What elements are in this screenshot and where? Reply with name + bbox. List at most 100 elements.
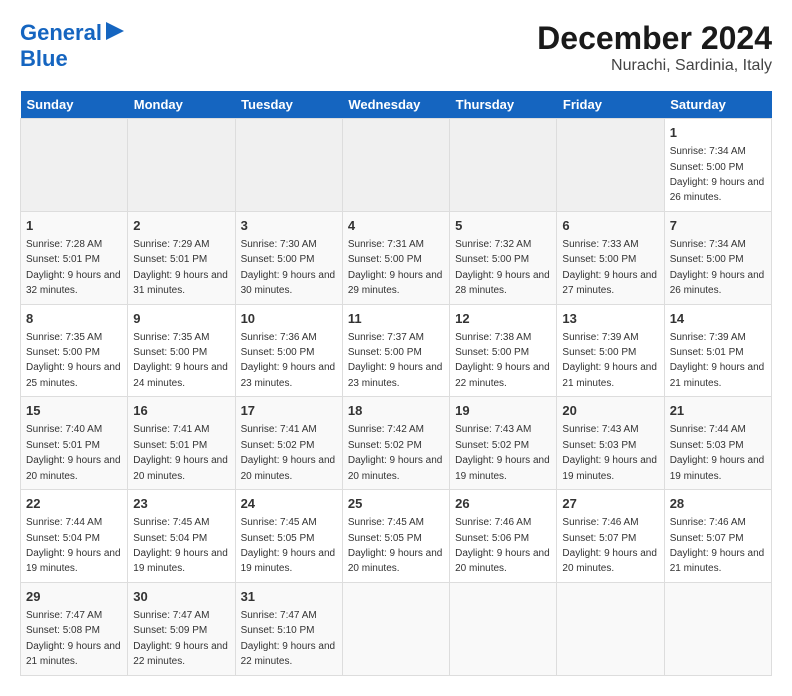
calendar-cell: 17 Sunrise: 7:41 AMSunset: 5:02 PMDaylig… bbox=[235, 397, 342, 490]
day-info: Sunrise: 7:43 AMSunset: 5:03 PMDaylight:… bbox=[562, 424, 657, 481]
day-info: Sunrise: 7:47 AMSunset: 5:10 PMDaylight:… bbox=[241, 610, 336, 667]
day-number: 26 bbox=[455, 495, 551, 513]
calendar-week-5: 29 Sunrise: 7:47 AMSunset: 5:08 PMDaylig… bbox=[21, 582, 772, 675]
day-number: 10 bbox=[241, 310, 337, 328]
calendar-cell: 2 Sunrise: 7:29 AMSunset: 5:01 PMDayligh… bbox=[128, 211, 235, 304]
calendar-subtitle: Nurachi, Sardinia, Italy bbox=[537, 57, 772, 75]
calendar-header-row: SundayMondayTuesdayWednesdayThursdayFrid… bbox=[21, 91, 772, 119]
calendar-cell: 19 Sunrise: 7:43 AMSunset: 5:02 PMDaylig… bbox=[450, 397, 557, 490]
day-number: 8 bbox=[26, 310, 122, 328]
header-thursday: Thursday bbox=[450, 91, 557, 119]
header-tuesday: Tuesday bbox=[235, 91, 342, 119]
calendar-week-3: 15 Sunrise: 7:40 AMSunset: 5:01 PMDaylig… bbox=[21, 397, 772, 490]
day-info: Sunrise: 7:45 AMSunset: 5:04 PMDaylight:… bbox=[133, 517, 228, 574]
day-info: Sunrise: 7:44 AMSunset: 5:04 PMDaylight:… bbox=[26, 517, 121, 574]
logo: General Blue bbox=[20, 20, 126, 71]
day-number: 25 bbox=[348, 495, 444, 513]
calendar-cell: 1 Sunrise: 7:34 AMSunset: 5:00 PMDayligh… bbox=[664, 119, 771, 212]
day-info: Sunrise: 7:33 AMSunset: 5:00 PMDaylight:… bbox=[562, 239, 657, 296]
day-number: 19 bbox=[455, 402, 551, 420]
calendar-cell: 25 Sunrise: 7:45 AMSunset: 5:05 PMDaylig… bbox=[342, 490, 449, 583]
day-number: 6 bbox=[562, 217, 658, 235]
day-info: Sunrise: 7:47 AMSunset: 5:09 PMDaylight:… bbox=[133, 610, 228, 667]
calendar-cell: 1 Sunrise: 7:28 AMSunset: 5:01 PMDayligh… bbox=[21, 211, 128, 304]
day-number: 12 bbox=[455, 310, 551, 328]
day-info: Sunrise: 7:39 AMSunset: 5:01 PMDaylight:… bbox=[670, 332, 765, 389]
day-number: 24 bbox=[241, 495, 337, 513]
day-info: Sunrise: 7:41 AMSunset: 5:02 PMDaylight:… bbox=[241, 424, 336, 481]
calendar-cell bbox=[21, 119, 128, 212]
logo-text-2: Blue bbox=[20, 46, 68, 71]
day-number: 20 bbox=[562, 402, 658, 420]
calendar-cell: 10 Sunrise: 7:36 AMSunset: 5:00 PMDaylig… bbox=[235, 304, 342, 397]
day-info: Sunrise: 7:46 AMSunset: 5:06 PMDaylight:… bbox=[455, 517, 550, 574]
day-info: Sunrise: 7:45 AMSunset: 5:05 PMDaylight:… bbox=[348, 517, 443, 574]
calendar-week-1: 1 Sunrise: 7:28 AMSunset: 5:01 PMDayligh… bbox=[21, 211, 772, 304]
day-number: 16 bbox=[133, 402, 229, 420]
logo-arrow-icon bbox=[104, 20, 126, 42]
calendar-cell: 24 Sunrise: 7:45 AMSunset: 5:05 PMDaylig… bbox=[235, 490, 342, 583]
calendar-cell: 21 Sunrise: 7:44 AMSunset: 5:03 PMDaylig… bbox=[664, 397, 771, 490]
day-number: 15 bbox=[26, 402, 122, 420]
calendar-week-0: 1 Sunrise: 7:34 AMSunset: 5:00 PMDayligh… bbox=[21, 119, 772, 212]
day-number: 1 bbox=[670, 124, 766, 142]
day-number: 18 bbox=[348, 402, 444, 420]
calendar-cell: 27 Sunrise: 7:46 AMSunset: 5:07 PMDaylig… bbox=[557, 490, 664, 583]
header-wednesday: Wednesday bbox=[342, 91, 449, 119]
calendar-cell: 20 Sunrise: 7:43 AMSunset: 5:03 PMDaylig… bbox=[557, 397, 664, 490]
calendar-table: SundayMondayTuesdayWednesdayThursdayFrid… bbox=[20, 91, 772, 676]
day-number: 7 bbox=[670, 217, 766, 235]
day-number: 5 bbox=[455, 217, 551, 235]
day-number: 27 bbox=[562, 495, 658, 513]
day-info: Sunrise: 7:38 AMSunset: 5:00 PMDaylight:… bbox=[455, 332, 550, 389]
day-info: Sunrise: 7:30 AMSunset: 5:00 PMDaylight:… bbox=[241, 239, 336, 296]
day-number: 4 bbox=[348, 217, 444, 235]
day-number: 31 bbox=[241, 588, 337, 606]
header-saturday: Saturday bbox=[664, 91, 771, 119]
header-monday: Monday bbox=[128, 91, 235, 119]
calendar-cell: 29 Sunrise: 7:47 AMSunset: 5:08 PMDaylig… bbox=[21, 582, 128, 675]
calendar-cell: 11 Sunrise: 7:37 AMSunset: 5:00 PMDaylig… bbox=[342, 304, 449, 397]
calendar-cell: 8 Sunrise: 7:35 AMSunset: 5:00 PMDayligh… bbox=[21, 304, 128, 397]
day-info: Sunrise: 7:29 AMSunset: 5:01 PMDaylight:… bbox=[133, 239, 228, 296]
calendar-cell bbox=[664, 582, 771, 675]
day-info: Sunrise: 7:28 AMSunset: 5:01 PMDaylight:… bbox=[26, 239, 121, 296]
calendar-cell: 3 Sunrise: 7:30 AMSunset: 5:00 PMDayligh… bbox=[235, 211, 342, 304]
calendar-cell: 30 Sunrise: 7:47 AMSunset: 5:09 PMDaylig… bbox=[128, 582, 235, 675]
day-number: 23 bbox=[133, 495, 229, 513]
logo-text: General bbox=[20, 21, 102, 45]
day-number: 21 bbox=[670, 402, 766, 420]
day-info: Sunrise: 7:34 AMSunset: 5:00 PMDaylight:… bbox=[670, 239, 765, 296]
day-info: Sunrise: 7:45 AMSunset: 5:05 PMDaylight:… bbox=[241, 517, 336, 574]
day-info: Sunrise: 7:46 AMSunset: 5:07 PMDaylight:… bbox=[562, 517, 657, 574]
day-number: 22 bbox=[26, 495, 122, 513]
calendar-cell bbox=[450, 119, 557, 212]
day-info: Sunrise: 7:35 AMSunset: 5:00 PMDaylight:… bbox=[26, 332, 121, 389]
day-info: Sunrise: 7:41 AMSunset: 5:01 PMDaylight:… bbox=[133, 424, 228, 481]
calendar-week-2: 8 Sunrise: 7:35 AMSunset: 5:00 PMDayligh… bbox=[21, 304, 772, 397]
day-info: Sunrise: 7:35 AMSunset: 5:00 PMDaylight:… bbox=[133, 332, 228, 389]
day-number: 14 bbox=[670, 310, 766, 328]
header-friday: Friday bbox=[557, 91, 664, 119]
calendar-cell bbox=[342, 582, 449, 675]
day-info: Sunrise: 7:43 AMSunset: 5:02 PMDaylight:… bbox=[455, 424, 550, 481]
calendar-cell bbox=[450, 582, 557, 675]
day-number: 3 bbox=[241, 217, 337, 235]
calendar-cell: 18 Sunrise: 7:42 AMSunset: 5:02 PMDaylig… bbox=[342, 397, 449, 490]
day-number: 11 bbox=[348, 310, 444, 328]
calendar-title: December 2024 bbox=[537, 20, 772, 57]
calendar-cell: 7 Sunrise: 7:34 AMSunset: 5:00 PMDayligh… bbox=[664, 211, 771, 304]
calendar-cell: 26 Sunrise: 7:46 AMSunset: 5:06 PMDaylig… bbox=[450, 490, 557, 583]
day-info: Sunrise: 7:39 AMSunset: 5:00 PMDaylight:… bbox=[562, 332, 657, 389]
calendar-cell: 13 Sunrise: 7:39 AMSunset: 5:00 PMDaylig… bbox=[557, 304, 664, 397]
calendar-cell: 23 Sunrise: 7:45 AMSunset: 5:04 PMDaylig… bbox=[128, 490, 235, 583]
calendar-week-4: 22 Sunrise: 7:44 AMSunset: 5:04 PMDaylig… bbox=[21, 490, 772, 583]
day-info: Sunrise: 7:40 AMSunset: 5:01 PMDaylight:… bbox=[26, 424, 121, 481]
calendar-cell: 16 Sunrise: 7:41 AMSunset: 5:01 PMDaylig… bbox=[128, 397, 235, 490]
day-number: 28 bbox=[670, 495, 766, 513]
calendar-cell: 6 Sunrise: 7:33 AMSunset: 5:00 PMDayligh… bbox=[557, 211, 664, 304]
calendar-cell: 12 Sunrise: 7:38 AMSunset: 5:00 PMDaylig… bbox=[450, 304, 557, 397]
day-number: 17 bbox=[241, 402, 337, 420]
day-info: Sunrise: 7:36 AMSunset: 5:00 PMDaylight:… bbox=[241, 332, 336, 389]
calendar-cell: 4 Sunrise: 7:31 AMSunset: 5:00 PMDayligh… bbox=[342, 211, 449, 304]
